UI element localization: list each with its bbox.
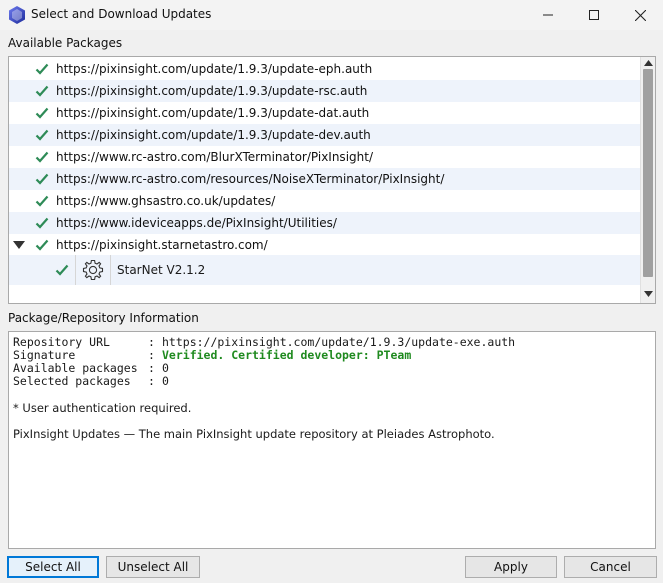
- repository-row[interactable]: https://pixinsight.com/update/1.9.3/upda…: [9, 124, 641, 146]
- minimize-button[interactable]: [525, 0, 571, 30]
- info-panel: Repository URL: https://pixinsight.com/up…: [8, 331, 656, 549]
- scroll-up-arrow-icon[interactable]: [644, 60, 653, 66]
- repository-row[interactable]: https://www.rc-astro.com/BlurXTerminator…: [9, 146, 641, 168]
- repository-url: https://pixinsight.com/update/1.9.3/upda…: [56, 62, 373, 76]
- scroll-down-arrow-icon[interactable]: [644, 291, 653, 297]
- package-tree[interactable]: https://pixinsight.com/update/1.9.3/upda…: [8, 56, 656, 304]
- check-icon[interactable]: [35, 150, 49, 164]
- repository-row-expanded[interactable]: https://pixinsight.starnetastro.com/: [9, 234, 641, 256]
- check-icon[interactable]: [35, 194, 49, 208]
- scrollbar-thumb[interactable]: [643, 69, 653, 277]
- maximize-icon: [589, 10, 599, 20]
- repository-url: https://www.rc-astro.com/BlurXTerminator…: [56, 150, 373, 164]
- signature-status: Verified. Certified developer: PTeam: [162, 348, 412, 362]
- auth-note: * User authentication required.: [13, 401, 192, 415]
- repository-row[interactable]: https://www.ghsastro.co.uk/updates/: [9, 190, 641, 212]
- repository-url: https://www.ideviceapps.de/PixInsight/Ut…: [56, 216, 337, 230]
- vertical-scrollbar[interactable]: [640, 57, 655, 303]
- check-icon[interactable]: [35, 238, 49, 252]
- info-separator: :: [148, 374, 155, 388]
- cancel-button[interactable]: Cancel: [564, 556, 657, 578]
- check-icon[interactable]: [35, 62, 49, 76]
- repository-row[interactable]: https://www.rc-astro.com/resources/Noise…: [9, 168, 641, 190]
- package-name: StarNet V2.1.2: [117, 263, 206, 277]
- repository-url: https://pixinsight.com/update/1.9.3/upda…: [56, 106, 370, 120]
- repository-row[interactable]: https://pixinsight.com/update/1.9.3/upda…: [9, 80, 641, 102]
- info-value: 0: [162, 374, 169, 388]
- maximize-button[interactable]: [571, 0, 617, 30]
- check-icon[interactable]: [55, 263, 69, 277]
- repository-url: https://pixinsight.starnetastro.com/: [56, 238, 268, 252]
- check-icon[interactable]: [35, 172, 49, 186]
- check-icon[interactable]: [35, 128, 49, 142]
- info-section-label: Package/Repository Information: [8, 311, 199, 325]
- pixinsight-app-icon: [9, 6, 25, 24]
- repository-row[interactable]: https://pixinsight.com/update/1.9.3/upda…: [9, 58, 641, 80]
- repository-row[interactable]: https://www.ideviceapps.de/PixInsight/Ut…: [9, 212, 641, 234]
- package-row[interactable]: StarNet V2.1.2: [9, 255, 641, 285]
- select-all-button[interactable]: Select All: [7, 556, 99, 578]
- repository-url: https://pixinsight.com/update/1.9.3/upda…: [56, 128, 371, 142]
- repository-row[interactable]: https://pixinsight.com/update/1.9.3/upda…: [9, 102, 641, 124]
- gear-icon: [82, 259, 104, 281]
- minimize-icon: [543, 14, 553, 16]
- repository-url: https://pixinsight.com/update/1.9.3/upda…: [56, 84, 368, 98]
- apply-button[interactable]: Apply: [465, 556, 557, 578]
- repository-url: https://www.ghsastro.co.uk/updates/: [56, 194, 276, 208]
- expand-arrow-icon[interactable]: [13, 241, 25, 249]
- title-bar: Select and Download Updates: [0, 0, 663, 30]
- repository-url: https://www.rc-astro.com/resources/Noise…: [56, 172, 445, 186]
- check-icon[interactable]: [35, 216, 49, 230]
- window-title: Select and Download Updates: [31, 7, 212, 21]
- info-key: Selected packages: [13, 374, 131, 388]
- unselect-all-button[interactable]: Unselect All: [106, 556, 200, 578]
- close-icon: [634, 9, 646, 21]
- check-icon[interactable]: [35, 84, 49, 98]
- package-icon-cell: [75, 255, 111, 285]
- close-button[interactable]: [617, 0, 663, 30]
- info-selected-packages: Selected packages:0: [13, 375, 651, 388]
- check-icon[interactable]: [35, 106, 49, 120]
- available-packages-label: Available Packages: [8, 36, 123, 50]
- repository-description: PixInsight Updates — The main PixInsight…: [13, 427, 495, 441]
